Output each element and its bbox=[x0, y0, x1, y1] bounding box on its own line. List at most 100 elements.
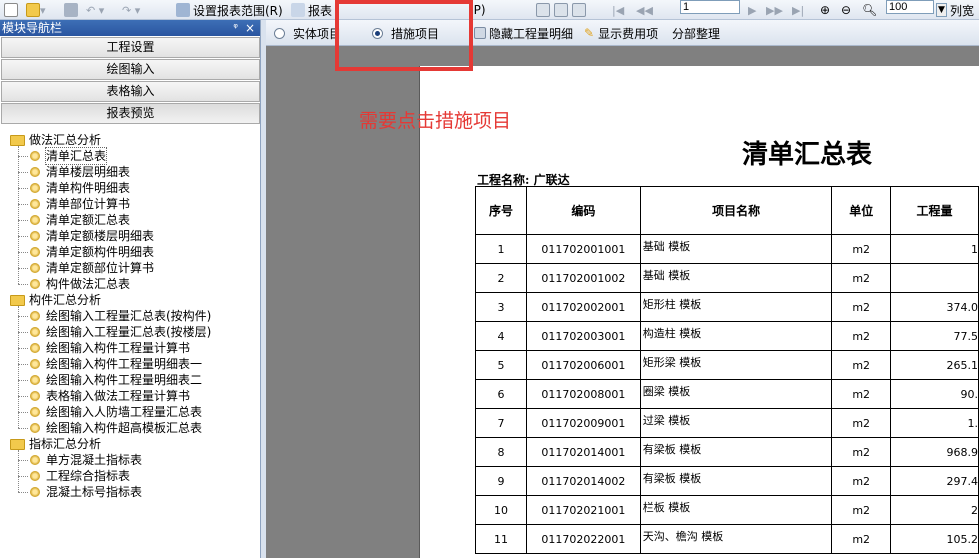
first-page-button[interactable]: |◀ bbox=[612, 0, 624, 20]
header-code: 编码 bbox=[525, 186, 641, 235]
tree-item-label: 绘图输入工程量汇总表(按楼层) bbox=[46, 325, 212, 339]
open-file-button[interactable]: ▾ bbox=[26, 0, 46, 20]
radio-entity-items[interactable]: 实体项目 bbox=[274, 20, 341, 46]
tree-item[interactable]: 清单定额构件明细表 bbox=[30, 244, 154, 260]
table-row: 8 011702014001 有梁板 模板 m2 968.9 bbox=[475, 437, 979, 467]
tree-item[interactable]: 单方混凝土指标表 bbox=[30, 452, 142, 468]
gear-icon bbox=[30, 455, 40, 465]
tree-group[interactable]: 构件汇总分析 bbox=[10, 292, 101, 308]
prev-page-button[interactable]: ◀◀ bbox=[636, 0, 653, 20]
close-icon[interactable]: × bbox=[245, 20, 255, 36]
cell-seq: 1 bbox=[475, 234, 527, 264]
gear-icon bbox=[30, 151, 40, 161]
tree-item-label: 混凝土标号指标表 bbox=[46, 485, 143, 499]
tree-item-label: 绘图输入人防墙工程量汇总表 bbox=[46, 405, 203, 419]
page-number-input[interactable] bbox=[680, 0, 740, 14]
column-width-button[interactable]: 列宽 bbox=[950, 0, 974, 20]
undo-icon: ↶ ▾ bbox=[86, 3, 105, 17]
cell-seq: 4 bbox=[475, 321, 527, 351]
gear-icon bbox=[30, 471, 40, 481]
zoom-out-button[interactable]: ⊖ bbox=[841, 0, 851, 20]
zoom-in-button[interactable]: ⊕ bbox=[820, 0, 830, 20]
next-page-button[interactable]: ▶ bbox=[748, 0, 756, 20]
cell-quantity: 265.1 bbox=[890, 350, 979, 380]
pin-icon[interactable]: ᵠ bbox=[233, 20, 238, 36]
cell-code: 011702003001 bbox=[525, 321, 641, 351]
view-mode-buttons[interactable] bbox=[536, 0, 586, 20]
redo-button[interactable]: ↷ ▾ bbox=[122, 0, 140, 20]
show-fee-items-button[interactable]: ✎ 显示费用项 bbox=[584, 20, 658, 46]
cell-item-name: 矩形柱 模板 bbox=[639, 292, 833, 322]
gear-icon bbox=[30, 215, 40, 225]
sub-section-sort-button[interactable]: 分部整理 bbox=[672, 20, 720, 46]
cell-quantity: 297.4 bbox=[890, 466, 979, 496]
tree-item[interactable]: 绘图输入构件超高模板汇总表 bbox=[30, 420, 202, 436]
tree-item[interactable]: 绘图输入人防墙工程量汇总表 bbox=[30, 404, 202, 420]
hide-detail-icon bbox=[474, 27, 486, 39]
tree-item[interactable]: 清单定额部位计算书 bbox=[30, 260, 154, 276]
tree-item[interactable]: 清单构件明细表 bbox=[30, 180, 130, 196]
prev-page-icon: ◀◀ bbox=[636, 3, 653, 17]
single-page-icon[interactable] bbox=[536, 3, 550, 17]
last-page-button[interactable]: ▶| bbox=[792, 0, 804, 20]
cell-seq: 2 bbox=[475, 263, 527, 293]
tree-item-label: 清单定额构件明细表 bbox=[46, 245, 155, 259]
cell-quantity: 1 bbox=[890, 234, 979, 264]
tree-item-label: 清单构件明细表 bbox=[46, 181, 131, 195]
cell-quantity: 968.9 bbox=[890, 437, 979, 467]
nav-button-report-preview[interactable]: 报表预览 bbox=[1, 103, 260, 124]
hide-quantity-detail-button[interactable]: 隐藏工程量明细 bbox=[474, 20, 573, 46]
tree-item[interactable]: 表格输入做法工程量计算书 bbox=[30, 388, 190, 404]
tree-group[interactable]: 做法汇总分析 bbox=[10, 132, 101, 148]
tree-item[interactable]: 清单定额汇总表 bbox=[30, 212, 130, 228]
tree-item[interactable]: 绘图输入工程量汇总表(按楼层) bbox=[30, 324, 211, 340]
tree-item[interactable]: 清单汇总表 bbox=[30, 147, 108, 165]
cell-code: 011702014002 bbox=[525, 466, 641, 496]
cell-item-name: 矩形梁 模板 bbox=[639, 350, 833, 380]
save-button[interactable] bbox=[64, 0, 78, 20]
nav-button-project-settings[interactable]: 工程设置 bbox=[1, 37, 260, 58]
tree-item[interactable]: 绘图输入工程量汇总表(按构件) bbox=[30, 308, 211, 324]
set-report-range-button[interactable]: 设置报表范围(R) bbox=[176, 0, 283, 20]
nav-title: 模块导航栏 bbox=[2, 21, 63, 35]
tree-item[interactable]: 清单定额楼层明细表 bbox=[30, 228, 154, 244]
table-header-row: 序号 编码 项目名称 单位 工程量 bbox=[475, 186, 979, 235]
cell-unit: m2 bbox=[831, 350, 892, 380]
tree-item[interactable]: 清单部位计算书 bbox=[30, 196, 130, 212]
cell-code: 011702008001 bbox=[525, 379, 641, 409]
cell-unit: m2 bbox=[831, 292, 892, 322]
tree-item-label: 清单汇总表 bbox=[44, 147, 108, 165]
tree-item[interactable]: 构件做法汇总表 bbox=[30, 276, 130, 292]
cell-seq: 9 bbox=[475, 466, 527, 496]
zoom-dropdown-button[interactable]: ▼ bbox=[936, 0, 947, 20]
table-row: 6 011702008001 圈梁 模板 m2 90. bbox=[475, 379, 979, 409]
new-file-button[interactable] bbox=[4, 0, 18, 20]
zoom-button[interactable]: 🔍︎ bbox=[862, 0, 877, 20]
header-seq: 序号 bbox=[475, 186, 527, 235]
nav-button-drawing-input[interactable]: 绘图输入 bbox=[1, 59, 260, 80]
table-row: 4 011702003001 构造柱 模板 m2 77.5 bbox=[475, 321, 979, 351]
tree-item[interactable]: 绘图输入构件工程量明细表一 bbox=[30, 356, 202, 372]
multi-page-icon[interactable] bbox=[572, 3, 586, 17]
gear-icon bbox=[30, 487, 40, 497]
zoom-level-input[interactable] bbox=[886, 0, 934, 14]
zoom-out-icon: ⊖ bbox=[841, 3, 852, 17]
tree-item[interactable]: 清单楼层明细表 bbox=[30, 164, 130, 180]
tree-group[interactable]: 指标汇总分析 bbox=[10, 436, 101, 452]
tree-item[interactable]: 混凝土标号指标表 bbox=[30, 484, 142, 500]
cell-quantity: 77.5 bbox=[890, 321, 979, 351]
nav-button-table-input[interactable]: 表格输入 bbox=[1, 81, 260, 102]
tree-item[interactable]: 绘图输入构件工程量明细表二 bbox=[30, 372, 202, 388]
tree-item[interactable]: 绘图输入构件工程量计算书 bbox=[30, 340, 190, 356]
tree-group-label: 指标汇总分析 bbox=[29, 437, 102, 451]
tree-item[interactable]: 工程综合指标表 bbox=[30, 468, 130, 484]
header-quantity: 工程量 bbox=[890, 186, 979, 235]
report-button[interactable]: 报表 bbox=[291, 0, 332, 20]
cell-code: 011702014001 bbox=[525, 437, 641, 467]
undo-button[interactable]: ↶ ▾ bbox=[86, 0, 104, 20]
header-unit: 单位 bbox=[831, 186, 892, 235]
double-page-icon[interactable] bbox=[554, 3, 568, 17]
range-icon bbox=[176, 3, 190, 17]
fast-forward-button[interactable]: ▶▶ bbox=[766, 0, 783, 20]
save-icon bbox=[64, 3, 78, 17]
